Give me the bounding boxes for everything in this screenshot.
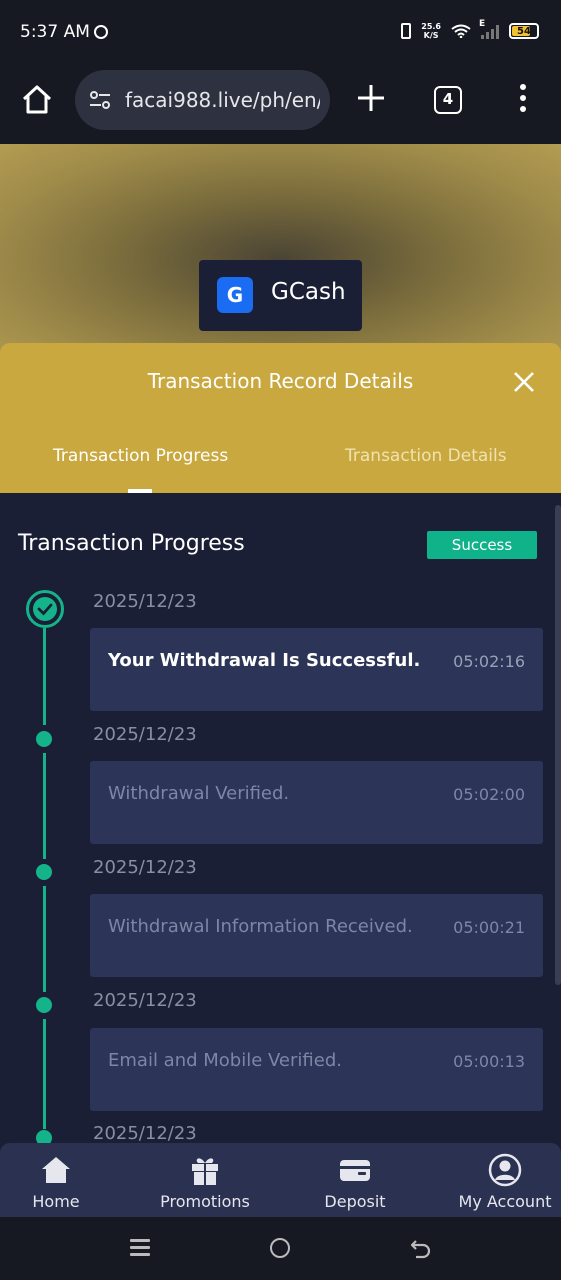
network-speed: 25.6 K/S [421, 22, 441, 40]
timeline-dot [36, 731, 52, 747]
timeline-line [43, 628, 46, 725]
step-card: Email and Mobile Verified. 05:00:13 [90, 1028, 543, 1111]
section-title: Transaction Progress [18, 531, 245, 556]
account-icon [488, 1153, 522, 1187]
step-message: Your Withdrawal Is Successful. [108, 650, 421, 671]
home-icon [42, 1157, 70, 1183]
home-icon[interactable] [20, 82, 54, 116]
nav-deposit[interactable]: Deposit [315, 1143, 395, 1217]
scrollbar[interactable] [555, 505, 561, 985]
tab-switcher-button[interactable]: 4 [434, 86, 462, 114]
tab-transaction-progress[interactable]: Transaction Progress [53, 446, 228, 466]
nav-label: Promotions [160, 1192, 250, 1211]
nav-promotions[interactable]: Promotions [155, 1143, 255, 1217]
battery-level: 54 [517, 25, 531, 37]
timeline-dot [36, 1130, 52, 1143]
status-bar: 5:37 AM 25.6 K/S E 54 [0, 0, 561, 64]
address-bar[interactable]: facai988.live/ph/en/r [75, 70, 330, 130]
status-time: 5:37 AM [20, 22, 90, 42]
nav-label: Home [32, 1192, 80, 1211]
back-icon[interactable] [410, 1237, 432, 1259]
new-tab-icon[interactable] [355, 82, 387, 114]
nav-label: My Account [458, 1192, 552, 1211]
step-message: Email and Mobile Verified. [108, 1050, 342, 1071]
step-date: 2025/12/23 [93, 724, 197, 745]
sheet-header: Transaction Record Details Transaction P… [0, 343, 561, 493]
transaction-progress-panel[interactable]: Transaction Progress Success 2025/12/23 … [0, 493, 561, 1143]
step-message: Withdrawal Information Received. [108, 916, 413, 937]
step-complete-check-icon [26, 590, 64, 628]
wifi-icon [451, 24, 471, 38]
step-time: 05:00:21 [453, 918, 525, 937]
payment-method-name: GCash [271, 279, 346, 305]
nav-label: Deposit [324, 1192, 386, 1211]
timeline-line [43, 886, 46, 992]
step-card: Your Withdrawal Is Successful. 05:02:16 [90, 628, 543, 711]
nav-my-account[interactable]: My Account [455, 1143, 555, 1217]
site-settings-icon[interactable] [89, 90, 111, 110]
recent-apps-icon[interactable] [130, 1239, 150, 1257]
close-icon[interactable] [512, 370, 536, 394]
wallet-icon [340, 1160, 370, 1181]
step-card: Withdrawal Verified. 05:02:00 [90, 761, 543, 844]
nav-home[interactable]: Home [16, 1143, 96, 1217]
timeline-dot [36, 997, 52, 1013]
browser-toolbar: facai988.live/ph/en/r 4 [0, 64, 561, 144]
step-date: 2025/12/23 [93, 591, 197, 612]
bottom-navigation: Home Promotions Deposit My Account [0, 1143, 561, 1217]
network-speed-unit: K/S [423, 31, 439, 40]
status-icons: 25.6 K/S E 54 [401, 19, 539, 40]
step-date: 2025/12/23 [93, 857, 197, 878]
status-badge: Success [427, 531, 537, 559]
step-time: 05:02:00 [453, 785, 525, 804]
more-menu-icon[interactable] [516, 84, 530, 116]
system-navigation [0, 1217, 561, 1280]
vibrate-icon [401, 23, 412, 39]
network-speed-value: 25.6 [421, 22, 441, 31]
payment-banner: G GCash [0, 144, 561, 354]
url-text[interactable]: facai988.live/ph/en/r [125, 88, 320, 112]
gift-icon [192, 1158, 218, 1185]
step-time: 05:02:16 [453, 652, 525, 671]
step-card: Withdrawal Information Received. 05:00:2… [90, 894, 543, 977]
battery-icon: 54 [509, 23, 539, 39]
gcash-logo-icon: G [217, 277, 253, 313]
step-message: Withdrawal Verified. [108, 783, 290, 804]
step-time: 05:00:13 [453, 1052, 525, 1071]
system-home-icon[interactable] [270, 1238, 290, 1258]
timeline-line [43, 753, 46, 859]
step-date: 2025/12/23 [93, 1123, 197, 1143]
timeline-line [43, 1019, 46, 1129]
tab-transaction-details[interactable]: Transaction Details [345, 446, 507, 466]
viber-icon [94, 25, 108, 39]
network-type: E [479, 19, 486, 29]
step-date: 2025/12/23 [93, 990, 197, 1011]
sheet-title: Transaction Record Details [147, 369, 414, 393]
payment-method-card: G GCash [199, 260, 362, 331]
timeline-dot [36, 864, 52, 880]
